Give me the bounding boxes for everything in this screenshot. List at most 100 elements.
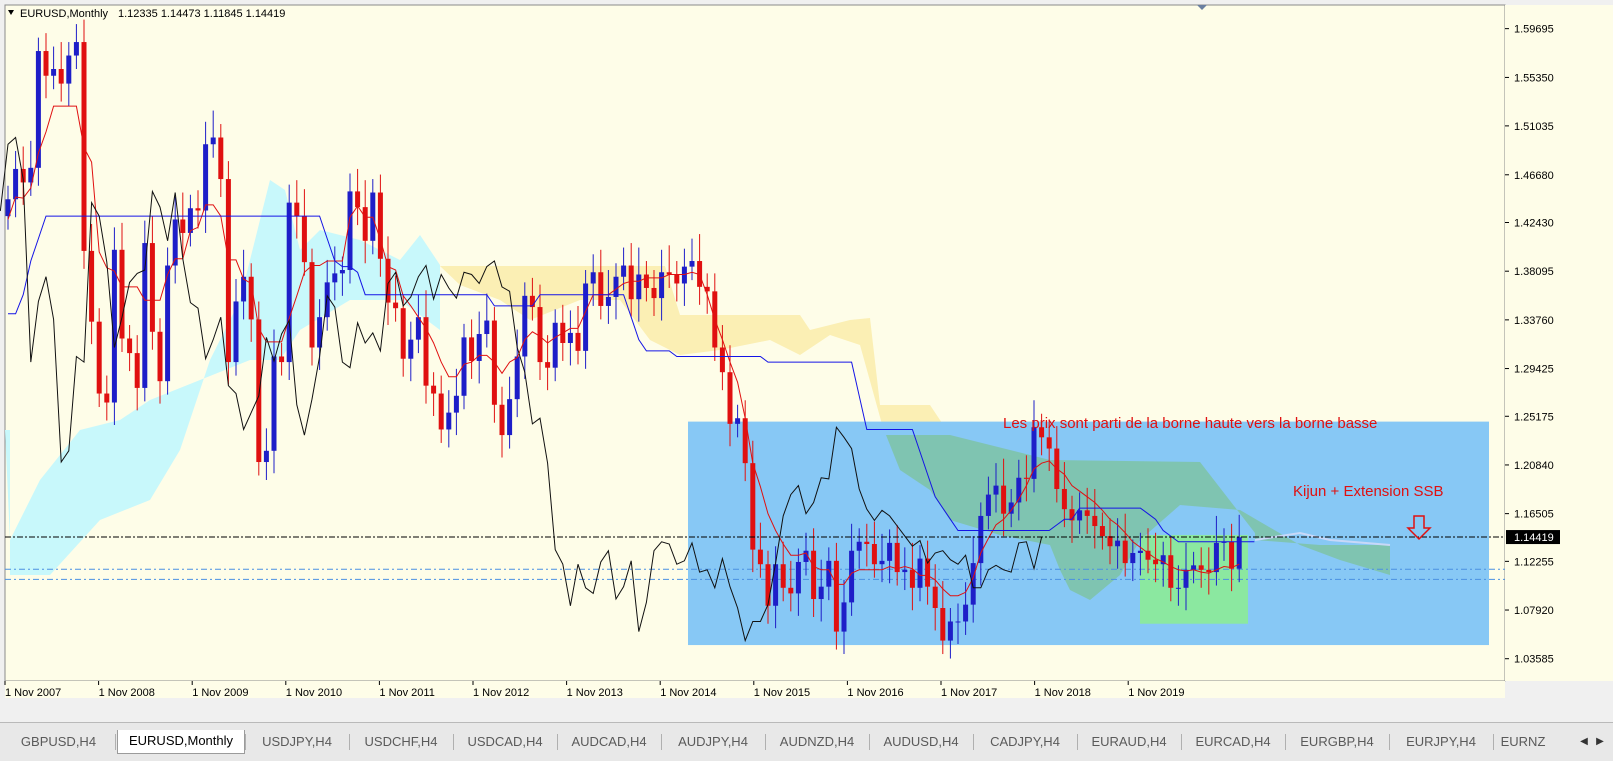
candle-body [757, 549, 763, 565]
chart-tab[interactable]: USDCHF,H4 [351, 731, 451, 753]
candle-body [1115, 540, 1121, 547]
candle-body [1191, 565, 1197, 570]
candle-body [149, 243, 155, 332]
annotation-text: Kijun + Extension SSB [1293, 483, 1444, 500]
candle-body [203, 144, 209, 211]
candle-body [583, 283, 589, 351]
candle-body [909, 569, 915, 588]
candle-body [263, 450, 269, 463]
chart-tab[interactable]: EURJPY,H4 [1391, 731, 1491, 753]
candle-body [993, 485, 999, 495]
candle-body [210, 137, 216, 145]
chart-canvas[interactable]: Les prix sont parti de la borne haute ve… [0, 0, 1613, 722]
candle-body [719, 347, 725, 373]
candle-body [279, 356, 285, 363]
candle-body [1001, 485, 1007, 514]
candle-body [1031, 427, 1037, 479]
candle-body [1168, 555, 1174, 588]
candle-body [864, 541, 870, 545]
candle-body [651, 287, 657, 299]
candle-body [233, 301, 239, 363]
candle-body [218, 137, 224, 180]
chart-tab[interactable]: AUDJPY,H4 [663, 731, 763, 753]
time-tick-label: 1 Nov 2011 [379, 687, 434, 699]
candle-body [643, 274, 649, 288]
candle-body [856, 541, 862, 551]
price-tick-label: 1.20840 [1514, 460, 1554, 472]
candle-body [1099, 526, 1105, 537]
candle-body [377, 192, 383, 259]
candle-body [1092, 515, 1098, 527]
candle-body [552, 322, 558, 368]
candle-body [499, 404, 505, 436]
candle-body [1122, 540, 1128, 564]
time-tick-label: 1 Nov 2015 [754, 687, 810, 699]
candle-body [1153, 559, 1159, 565]
tab-separator [453, 734, 454, 750]
candle-body [879, 560, 885, 565]
chart-tab[interactable]: EURNZ [1495, 731, 1551, 753]
candle-body [605, 296, 611, 306]
candle-body [180, 219, 186, 233]
candle-body [1229, 541, 1235, 569]
time-tick-label: 1 Nov 2013 [567, 687, 623, 699]
chart-tab[interactable]: EURUSD,Monthly [117, 730, 245, 754]
time-tick-label: 1 Nov 2010 [286, 687, 342, 699]
candle-body [522, 295, 528, 357]
tab-separator [765, 734, 766, 750]
chart-tab[interactable]: EURGBP,H4 [1287, 731, 1387, 753]
chart-tab[interactable]: USDJPY,H4 [247, 731, 347, 753]
chart-tab[interactable]: CADJPY,H4 [975, 731, 1075, 753]
candle-body [195, 208, 201, 211]
ohlc-values: 1.12335 1.14473 1.11845 1.14419 [118, 8, 285, 20]
candle-body [431, 385, 437, 394]
candle-body [469, 337, 475, 361]
tab-separator [1077, 734, 1078, 750]
candle-body [681, 266, 687, 284]
tab-separator [869, 734, 870, 750]
candle-body [1084, 510, 1090, 516]
candle-body [811, 550, 817, 600]
candle-body [590, 272, 596, 284]
price-tick-label: 1.16505 [1514, 509, 1554, 521]
tab-separator [1493, 734, 1494, 750]
chart-tab[interactable]: EURCAD,H4 [1183, 731, 1283, 753]
candle-body [818, 586, 824, 600]
tab-separator [1181, 734, 1182, 750]
candle-body [955, 621, 961, 623]
chart-tab[interactable]: EURAUD,H4 [1079, 731, 1179, 753]
chart-tab[interactable]: USDCAD,H4 [455, 731, 555, 753]
chart-tab[interactable]: AUDUSD,H4 [871, 731, 971, 753]
chart-tab[interactable]: AUDCAD,H4 [559, 731, 659, 753]
candle-body [43, 51, 49, 76]
right-arrow-icon[interactable]: ▶ [1593, 733, 1607, 751]
candle-body [1183, 569, 1189, 588]
candle-body [484, 320, 490, 335]
price-tick-label: 1.59695 [1514, 24, 1554, 36]
candle-body [788, 587, 794, 594]
candle-body [400, 308, 406, 359]
chart-tab[interactable]: GBPUSD,H4 [4, 731, 113, 753]
time-tick-label: 1 Nov 2008 [99, 687, 155, 699]
price-tick-label: 1.03585 [1514, 654, 1554, 666]
price-tick-label: 1.55350 [1514, 72, 1554, 84]
chart-window[interactable]: Les prix sont parti de la borne haute ve… [0, 0, 1613, 722]
candle-body [940, 608, 946, 641]
price-tick-label: 1.38095 [1514, 266, 1554, 278]
price-tick-label: 1.25175 [1514, 411, 1554, 423]
candle-body [157, 331, 163, 382]
time-tick-label: 1 Nov 2019 [1128, 687, 1184, 699]
candle-body [35, 51, 41, 168]
candle-body [621, 265, 627, 277]
candle-body [142, 243, 148, 388]
candle-body [1175, 587, 1181, 589]
candle-body [628, 265, 634, 300]
candle-body [96, 321, 102, 394]
price-tick-label: 1.33760 [1514, 315, 1554, 327]
candle-body [795, 561, 801, 594]
candle-body [256, 319, 262, 463]
tab-separator [1389, 734, 1390, 750]
left-arrow-icon[interactable]: ◀ [1577, 733, 1591, 751]
chart-tab[interactable]: AUDNZD,H4 [767, 731, 867, 753]
candle-body [567, 332, 573, 343]
